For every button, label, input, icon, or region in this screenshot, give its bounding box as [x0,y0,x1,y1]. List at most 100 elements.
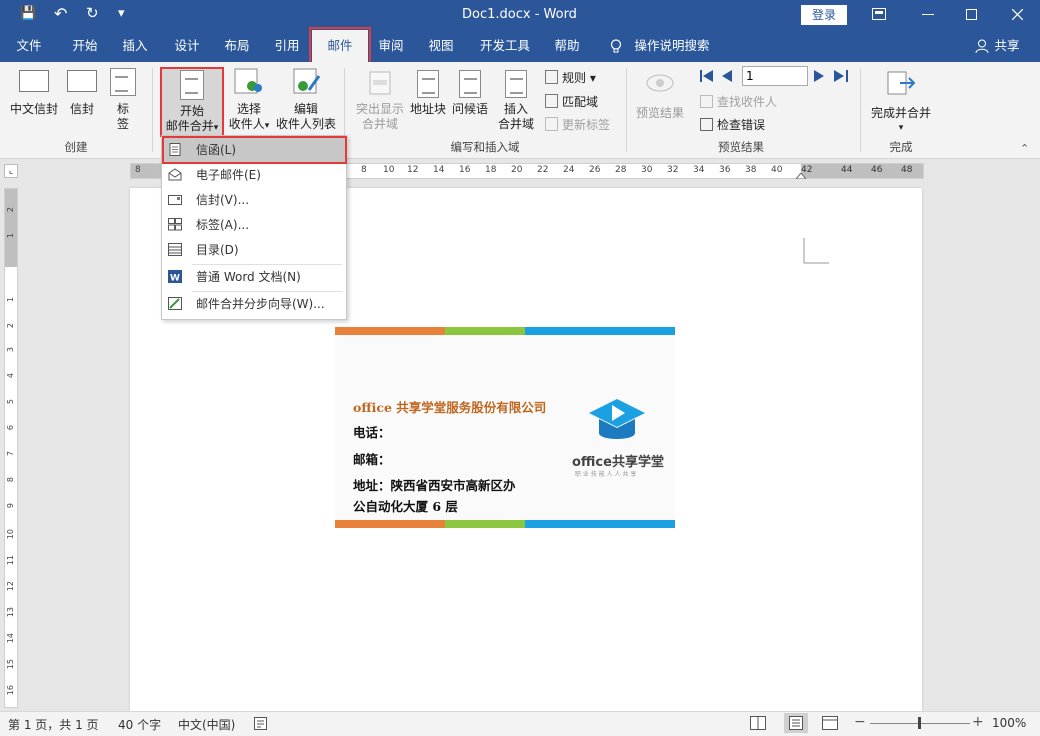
language-indicator[interactable]: 中文(中国) [178,716,235,733]
last-record-icon[interactable] [834,70,848,82]
menu-item-email[interactable]: 电子邮件(E) [162,163,346,187]
greeting-line-button[interactable]: 问候语 [450,70,490,117]
menu-item-step-by-step-wizard[interactable]: 邮件合并分步向导(W)... [162,292,346,316]
tab-file[interactable]: 文件 [6,30,52,62]
menu-item-directory[interactable]: 目录(D) [162,238,346,262]
start-mail-merge-highlight [160,67,224,137]
next-record-icon[interactable] [814,70,824,82]
logo-text: office共享学堂 [572,455,664,470]
update-labels-icon [545,117,558,131]
envelope-button[interactable]: 信封 [64,70,100,117]
edit-recipient-list-icon [293,68,321,94]
vertical-ruler: 2 1 1 2 3 4 5 6 7 8 9 10 11 12 13 14 15 … [4,188,18,708]
word-count[interactable]: 40 个字 [118,716,161,733]
close-icon[interactable] [1012,9,1023,20]
preview-results-button[interactable]: 预览结果 [632,70,688,121]
rules-button[interactable]: 规则 ▾ [545,69,596,86]
menu-item-envelopes[interactable]: 信封(V)... [162,188,346,212]
login-button[interactable]: 登录 [801,5,847,25]
directory-icon [168,243,182,256]
select-recipients-icon [234,68,262,94]
menu-item-normal-word-document[interactable]: W 普通 Word 文档(N) [162,265,346,289]
svg-text:W: W [170,274,180,284]
tab-selector[interactable]: ⌞ [4,164,18,178]
tab-design[interactable]: 设计 [164,30,210,62]
group-separator [626,68,627,152]
ribbon-mailings: 中文信封 信封 标 签 创建 开始 邮件合并▾ 选择 收件人▾ 编辑 收件人列表… [0,62,1040,159]
share-button[interactable]: 共享 [990,30,1024,62]
macro-record-icon[interactable] [254,717,267,730]
wizard-icon [168,297,182,310]
redo-icon[interactable]: ↻ [86,4,99,22]
customize-qat-icon[interactable]: ▾ [118,6,125,21]
check-errors-button[interactable]: 检查错误 [700,116,765,133]
phone-label: 电话： [353,425,391,440]
tell-me-search[interactable]: 操作说明搜索 [632,30,712,62]
select-recipients-button[interactable]: 选择 收件人▾ [226,68,272,134]
labels-icon [110,68,136,96]
first-record-icon[interactable] [700,70,714,82]
menu-item-labels[interactable]: 标签(A)... [162,213,346,237]
group-preview-label: 预览结果 [718,140,764,154]
company-name: office 共享学堂服务股份有限公司 [353,400,547,415]
print-layout-icon [789,716,803,730]
print-layout-view-button[interactable] [784,713,808,733]
tab-insert[interactable]: 插入 [112,30,158,62]
right-indent-marker-icon[interactable] [796,173,806,179]
status-bar: 第 1 页，共 1 页 40 个字 中文(中国) − + 100% [0,711,1040,736]
zoom-in-icon[interactable]: + [972,714,984,730]
window-title: Doc1.docx - Word [462,7,577,22]
chinese-envelope-button[interactable]: 中文信封 [6,70,62,117]
insert-merge-field-button[interactable]: 插入 合并域 [492,70,540,132]
tab-references[interactable]: 引用 [264,30,310,62]
address-block-button[interactable]: 地址块 [408,70,448,117]
insert-merge-field-icon [505,70,527,98]
ribbon-display-icon[interactable] [872,8,886,20]
group-separator [152,68,153,152]
ribbon-tabs: 文件 开始 插入 设计 布局 引用 邮件 审阅 视图 开发工具 帮助 操作说明搜… [0,30,1040,62]
address-block-icon [417,70,439,98]
record-number-input[interactable] [742,66,808,86]
envelope-icon [168,195,182,205]
undo-icon[interactable]: ↶ [54,4,67,23]
letters-item-highlight [162,136,347,164]
group-finish-label: 完成 [889,140,913,154]
zoom-level[interactable]: 100% [992,716,1026,730]
dropdown-arrow-icon: ▾ [264,121,270,131]
envelope-icon [67,70,97,92]
zoom-out-icon[interactable]: − [854,714,866,730]
previous-record-icon[interactable] [722,70,732,82]
minimize-icon[interactable] [922,14,934,16]
collapse-ribbon-icon[interactable]: ⌃ [1020,142,1029,155]
rules-icon [545,70,558,84]
finish-merge-icon [887,71,916,95]
margin-corner-mark [803,238,829,264]
save-icon[interactable]: 💾 [20,6,36,21]
zoom-slider-thumb[interactable] [918,717,921,729]
preview-results-icon [646,74,674,92]
update-labels-button[interactable]: 更新标签 [545,116,610,133]
email-envelope-icon [168,168,182,181]
match-fields-button[interactable]: 匹配域 [545,93,598,110]
page-count[interactable]: 第 1 页，共 1 页 [8,716,99,733]
tab-home[interactable]: 开始 [62,30,108,62]
chinese-envelope-icon [19,70,49,92]
logo-mortarboard-icon [589,399,645,439]
maximize-icon[interactable] [966,9,977,20]
finish-merge-button[interactable]: 完成并合并 ▾ [866,70,936,136]
find-recipient-button[interactable]: 查找收件人 [700,93,777,110]
highlight-merge-fields-button[interactable]: 突出显示 合并域 [352,70,408,132]
word-logo-icon: W [168,270,182,283]
tab-layout[interactable]: 布局 [214,30,260,62]
share-user-icon [975,39,989,53]
tab-help[interactable]: 帮助 [544,30,590,62]
business-card: office 共享学堂服务股份有限公司 电话： 邮箱： 地址：陕西省西安市高新区… [335,327,675,528]
edit-recipient-list-button[interactable]: 编辑 收件人列表 [274,68,338,132]
labels-button[interactable]: 标 签 [106,68,140,132]
web-layout-icon[interactable] [822,716,838,730]
tab-view[interactable]: 视图 [418,30,464,62]
read-mode-icon[interactable] [750,716,766,730]
tab-developer[interactable]: 开发工具 [474,30,536,62]
lightbulb-icon [610,39,622,53]
tab-review[interactable]: 审阅 [368,30,414,62]
